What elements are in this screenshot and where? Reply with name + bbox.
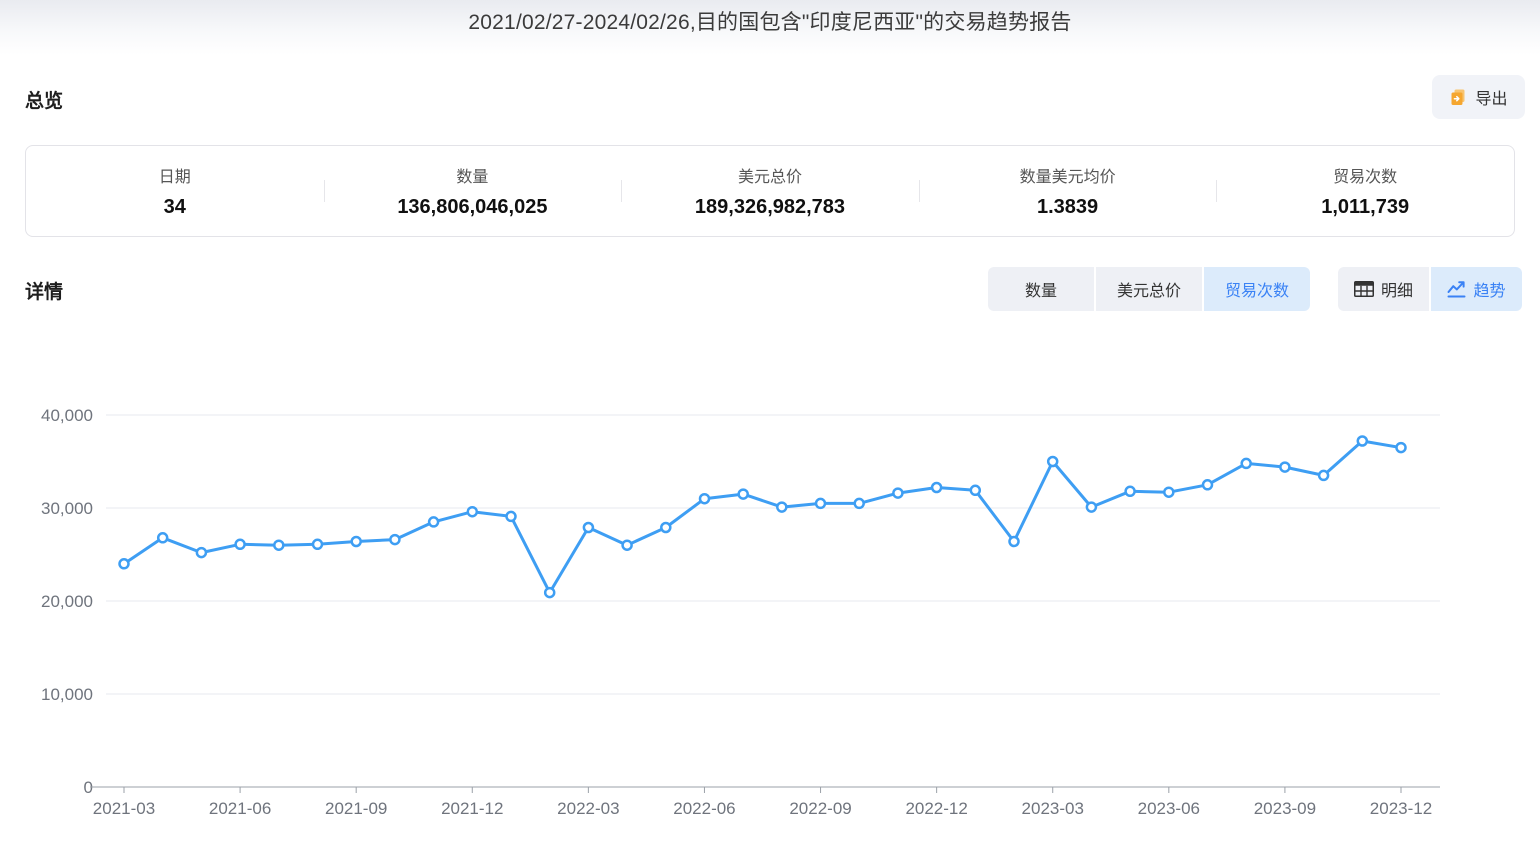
x-axis-label: 2023-09 [1254, 799, 1316, 818]
tab-label: 明细 [1381, 277, 1413, 301]
view-tab-group: 明细 趋势 [1338, 267, 1522, 311]
trend-line-chart[interactable]: 010,00020,00030,00040,0002021-032021-062… [0, 360, 1540, 840]
stat-value: 189,326,982,783 [695, 196, 845, 219]
x-axis-label: 2021-03 [93, 799, 155, 818]
stat-usd-total: 美元总价 189,326,982,783 [621, 163, 919, 219]
stat-label: 数量 [456, 163, 488, 187]
data-point[interactable] [1010, 537, 1019, 546]
data-point[interactable] [777, 503, 786, 512]
stat-quantity: 数量 136,806,046,025 [324, 163, 622, 219]
data-point[interactable] [661, 523, 670, 532]
trend-report-page: 2021/02/27-2024/02/26,目的国包含"印度尼西亚"的交易趋势报… [0, 0, 1540, 846]
data-point[interactable] [971, 486, 980, 495]
data-point[interactable] [1280, 463, 1289, 472]
data-point[interactable] [468, 507, 477, 516]
stat-value: 1.3839 [1037, 196, 1098, 219]
overview-heading: 总览 [25, 86, 63, 113]
data-point[interactable] [236, 540, 245, 549]
stat-date-count: 日期 34 [26, 163, 324, 219]
stat-label: 美元总价 [738, 163, 802, 187]
data-point[interactable] [390, 535, 399, 544]
export-file-icon [1449, 88, 1468, 107]
data-point[interactable] [429, 517, 438, 526]
tab-quantity[interactable]: 数量 [988, 267, 1094, 311]
metric-tab-group: 数量 美元总价 贸易次数 [988, 267, 1310, 311]
data-point[interactable] [739, 490, 748, 499]
data-point[interactable] [700, 494, 709, 503]
tab-label: 趋势 [1473, 277, 1505, 301]
overview-stats-card: 日期 34 数量 136,806,046,025 美元总价 189,326,98… [25, 145, 1515, 237]
data-point[interactable] [584, 523, 593, 532]
trend-chart-svg: 010,00020,00030,00040,0002021-032021-062… [0, 360, 1540, 840]
x-axis-label: 2021-12 [441, 799, 503, 818]
tab-detail-view[interactable]: 明细 [1338, 267, 1429, 311]
stat-label: 贸易次数 [1333, 163, 1397, 187]
x-axis-label: 2021-06 [209, 799, 271, 818]
x-axis-label: 2022-06 [673, 799, 735, 818]
trend-line-series [124, 441, 1401, 593]
tab-trade-count[interactable]: 贸易次数 [1204, 267, 1310, 311]
x-axis-label: 2021-09 [325, 799, 387, 818]
x-axis-label: 2022-09 [789, 799, 851, 818]
stat-trade-count: 贸易次数 1,011,739 [1216, 163, 1514, 219]
export-button-label: 导出 [1475, 85, 1507, 109]
details-heading: 详情 [25, 277, 63, 304]
x-axis-label: 2023-03 [1022, 799, 1084, 818]
data-point[interactable] [1358, 437, 1367, 446]
x-axis-label: 2022-12 [905, 799, 967, 818]
data-point[interactable] [816, 499, 825, 508]
data-point[interactable] [352, 537, 361, 546]
data-point[interactable] [1397, 443, 1406, 452]
data-point[interactable] [1164, 488, 1173, 497]
y-axis-label: 30,000 [41, 499, 93, 518]
stat-value: 136,806,046,025 [397, 196, 547, 219]
data-point[interactable] [545, 588, 554, 597]
data-point[interactable] [932, 483, 941, 492]
data-point[interactable] [197, 548, 206, 557]
x-axis-label: 2023-06 [1138, 799, 1200, 818]
tab-usd-total[interactable]: 美元总价 [1096, 267, 1202, 311]
data-point[interactable] [120, 559, 129, 568]
data-point[interactable] [893, 489, 902, 498]
x-axis-label: 2022-03 [557, 799, 619, 818]
stat-label: 数量美元均价 [1020, 163, 1116, 187]
data-point[interactable] [158, 533, 167, 542]
stat-value: 1,011,739 [1321, 196, 1409, 219]
page-title: 2021/02/27-2024/02/26,目的国包含"印度尼西亚"的交易趋势报… [0, 6, 1540, 36]
stat-value: 34 [164, 196, 186, 219]
y-axis-label: 40,000 [41, 406, 93, 425]
y-axis-label: 10,000 [41, 685, 93, 704]
data-point[interactable] [507, 512, 516, 521]
trend-chart-icon [1447, 281, 1466, 298]
tab-trend-view[interactable]: 趋势 [1431, 267, 1522, 311]
x-axis-label: 2023-12 [1370, 799, 1432, 818]
stat-label: 日期 [159, 163, 191, 187]
data-point[interactable] [1087, 503, 1096, 512]
data-point[interactable] [1203, 480, 1212, 489]
stat-avg-usd-price: 数量美元均价 1.3839 [919, 163, 1217, 219]
data-point[interactable] [274, 541, 283, 550]
table-icon [1354, 281, 1374, 297]
data-point[interactable] [1242, 459, 1251, 468]
data-point[interactable] [1048, 457, 1057, 466]
export-button[interactable]: 导出 [1432, 75, 1525, 119]
data-point[interactable] [1126, 487, 1135, 496]
data-point[interactable] [313, 540, 322, 549]
y-axis-label: 20,000 [41, 592, 93, 611]
data-point[interactable] [1319, 471, 1328, 480]
data-point[interactable] [855, 499, 864, 508]
data-point[interactable] [623, 541, 632, 550]
